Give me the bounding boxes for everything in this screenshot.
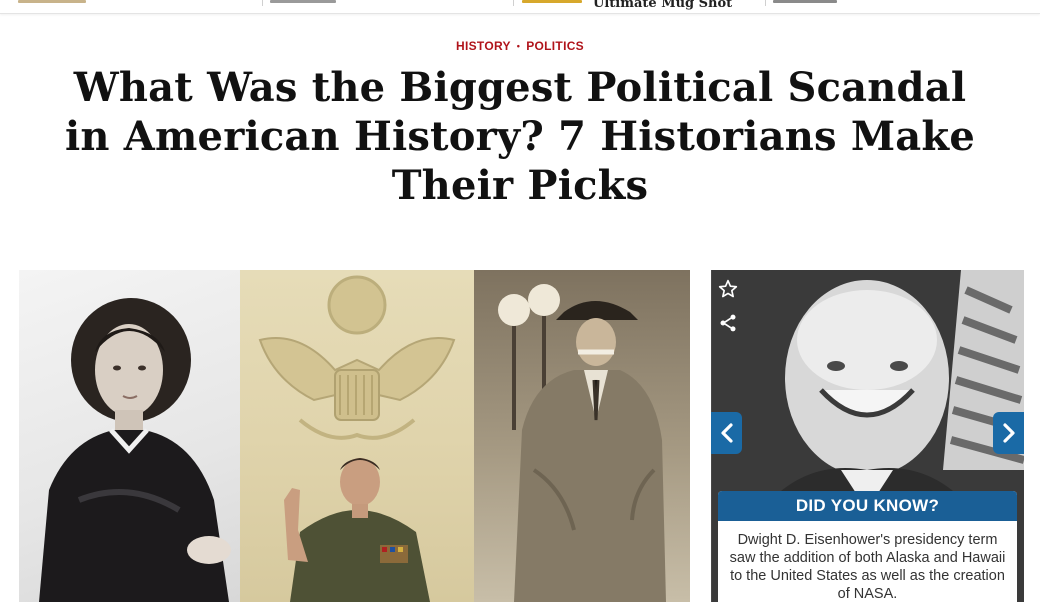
category-link-history[interactable]: HISTORY	[456, 39, 511, 53]
related-thumbnail[interactable]	[522, 0, 582, 3]
star-icon[interactable]	[717, 278, 739, 300]
did-you-know-fact: Dwight D. Eisenhower's presidency term s…	[729, 532, 1006, 602]
did-you-know-heading: DID YOU KNOW?	[718, 491, 1017, 521]
carousel-next-button[interactable]	[993, 412, 1024, 454]
strip-divider	[262, 0, 263, 6]
related-article-title[interactable]: Ultimate Mug Shot	[593, 0, 732, 11]
hero-panel-man-in-suit	[474, 270, 690, 602]
strip-divider	[765, 0, 766, 6]
did-you-know-card: DID YOU KNOW? Dwight D. Eisenhower's pre…	[711, 270, 1024, 602]
related-thumbnail[interactable]	[270, 0, 336, 3]
did-you-know-box: DID YOU KNOW? Dwight D. Eisenhower's pre…	[718, 491, 1017, 602]
strip-divider	[513, 0, 514, 6]
hero-image[interactable]	[19, 270, 690, 602]
chevron-right-icon	[1002, 423, 1015, 443]
chevron-left-icon	[720, 423, 733, 443]
hero-panel-woman-portrait	[19, 270, 240, 602]
category-link-politics[interactable]: POLITICS	[526, 39, 584, 53]
related-articles-strip: Ultimate Mug Shot	[0, 0, 1040, 14]
hero-panel-testimony	[240, 270, 474, 602]
related-thumbnail[interactable]	[18, 0, 86, 3]
seal-and-testimony-illustration	[258, 275, 456, 602]
carousel-prev-button[interactable]	[711, 412, 742, 454]
share-icon[interactable]	[717, 312, 739, 334]
woman-portrait-illustration	[39, 298, 231, 602]
man-in-suit-illustration	[498, 284, 666, 602]
related-thumbnail[interactable]	[773, 0, 837, 3]
article-categories: HISTORY • POLITICS	[0, 39, 1040, 53]
category-separator: •	[516, 41, 521, 51]
article-title: What Was the Biggest Political Scandal i…	[64, 64, 975, 209]
